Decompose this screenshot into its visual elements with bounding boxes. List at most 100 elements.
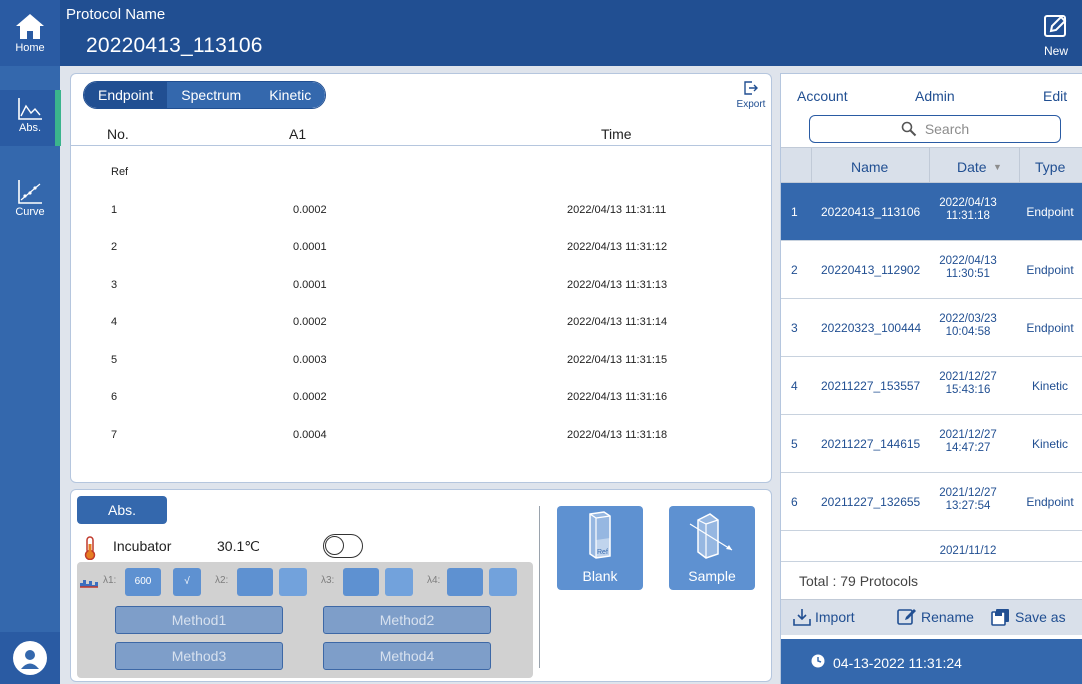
cell-time: 2022/04/13 11:31:12 xyxy=(567,241,668,253)
cell-a1: 0.0001 xyxy=(293,241,327,253)
tab-account[interactable]: Account xyxy=(797,88,848,104)
incubator-label: Incubator xyxy=(113,538,172,554)
search-input[interactable]: Search xyxy=(809,115,1061,143)
export-button[interactable]: Export xyxy=(733,80,769,110)
lambda4-value[interactable] xyxy=(447,568,483,596)
cell-time: 2022/04/13 11:31:13 xyxy=(567,278,668,291)
table-row[interactable]: 4 0.0002 2022/04/13 11:31:14 xyxy=(71,304,771,342)
table-row[interactable]: 7 0.0004 2022/04/13 11:31:18 xyxy=(71,417,771,455)
protocol-table-header: Name Date ▼ Type xyxy=(781,147,1082,184)
item-date: 2021/12/27 14:47:27 xyxy=(939,429,997,454)
item-type: Kinetic xyxy=(1031,379,1069,393)
item-type: Kinetic xyxy=(1031,437,1069,451)
rail-item-abs[interactable]: Abs. xyxy=(0,90,61,146)
cell-a1: 0.0002 xyxy=(293,203,327,216)
table-row[interactable]: Ref xyxy=(71,154,771,192)
incubator-temperature: 30.1℃ xyxy=(217,538,260,554)
new-button[interactable]: New xyxy=(1038,14,1074,64)
lambda4-label: λ4: xyxy=(427,575,441,586)
item-name: 20220323_100444 xyxy=(821,321,922,335)
item-date: 2022/04/13 11:31:18 xyxy=(939,197,997,222)
save-as-button[interactable]: Save as xyxy=(991,608,1066,626)
lambda3-check[interactable] xyxy=(385,568,413,596)
list-item[interactable]: 6 20211227_132655 2021/12/27 13:27:54 Endpoi… xyxy=(781,473,1082,531)
tab-edit[interactable]: Edit xyxy=(1043,88,1067,104)
list-item[interactable]: 5 20211227_144615 2021/12/27 14:47:27 Kineti… xyxy=(781,415,1082,473)
cell-a1: 0.0002 xyxy=(293,316,327,328)
item-index: 2 xyxy=(791,263,798,277)
home-button[interactable]: Home xyxy=(0,0,60,66)
table-row[interactable]: 6 0.0002 2022/04/13 11:31:16 xyxy=(71,379,771,417)
rail-abs-label: Abs. xyxy=(18,122,41,134)
cell-no: 7 xyxy=(111,428,118,441)
rename-button[interactable]: Rename xyxy=(897,608,974,626)
home-icon xyxy=(16,14,44,39)
list-item[interactable]: 4 20211227_153557 2021/12/27 15:43:16 Kineti… xyxy=(781,357,1082,415)
cell-a1: 0.0001 xyxy=(293,278,327,291)
user-avatar-icon xyxy=(13,641,47,675)
col-date[interactable]: Date xyxy=(957,159,987,175)
protocol-name-value: 20220413_113106 xyxy=(86,34,263,57)
item-index: 3 xyxy=(791,321,798,335)
tab-kinetic[interactable]: Kinetic xyxy=(255,82,326,108)
results-table-header: No. A1 Time xyxy=(71,118,771,146)
blank-ref-text: Ref xyxy=(597,549,608,556)
sample-label: Sample xyxy=(688,568,736,584)
cell-no: 4 xyxy=(111,316,118,328)
item-name: 20211227_144615 xyxy=(821,437,921,451)
item-name: 20220413_113106 xyxy=(821,205,921,219)
method3-button[interactable]: Method3 xyxy=(115,642,283,670)
sample-cuvette-icon xyxy=(689,513,733,559)
cell-no: 3 xyxy=(111,278,118,291)
lambda2-check[interactable] xyxy=(279,568,307,596)
home-label: Home xyxy=(15,42,45,54)
sample-button[interactable]: Sample xyxy=(669,506,755,590)
col-time: Time xyxy=(601,126,632,142)
blank-button[interactable]: Ref Blank xyxy=(557,506,643,590)
cell-time: 2022/04/13 11:31:14 xyxy=(567,316,668,328)
method4-button[interactable]: Method4 xyxy=(323,642,491,670)
item-name: 20220413_112902 xyxy=(821,263,921,277)
lambda3-value[interactable] xyxy=(343,568,379,596)
item-index: 1 xyxy=(791,205,798,219)
lambda4-check[interactable] xyxy=(489,568,517,596)
table-row[interactable]: 3 0.0001 2022/04/13 11:31:13 xyxy=(71,267,771,305)
item-index: 5 xyxy=(791,437,798,451)
rail-curve-label: Curve xyxy=(15,206,45,218)
item-name: 20211227_153557 xyxy=(821,379,921,393)
tab-endpoint[interactable]: Endpoint xyxy=(84,82,168,108)
list-item[interactable]: 2 20220413_112902 2022/04/13 11:30:51 Endpoi… xyxy=(781,241,1082,299)
col-name[interactable]: Name xyxy=(851,159,888,175)
spectrum-icon xyxy=(80,580,98,588)
col-type[interactable]: Type xyxy=(1035,159,1065,175)
item-index: 6 xyxy=(791,495,798,509)
tab-admin[interactable]: Admin xyxy=(915,88,955,104)
method1-button[interactable]: Method1 xyxy=(115,606,283,634)
lambda2-label: λ2: xyxy=(215,575,229,586)
protocol-total: Total : 79 Protocols xyxy=(781,561,1082,597)
rail-item-curve[interactable]: Curve xyxy=(0,178,60,228)
cell-a1: 0.0003 xyxy=(293,353,327,366)
incubator-toggle[interactable] xyxy=(323,534,363,558)
method2-button[interactable]: Method2 xyxy=(323,606,491,634)
list-item[interactable]: 3 20220323_100444 2022/03/23 10:04:58 Endpoi… xyxy=(781,299,1082,357)
table-row[interactable]: 2 0.0001 2022/04/13 11:31:12 xyxy=(71,229,771,267)
lambda1-value[interactable]: 600 xyxy=(125,568,161,596)
item-type: Endpoint xyxy=(1026,263,1074,277)
lambda2-value[interactable] xyxy=(237,568,273,596)
list-item[interactable]: 2021/11/12 xyxy=(781,531,1082,561)
item-date: 2022/04/13 11:30:51 xyxy=(939,255,997,280)
rename-icon xyxy=(897,609,916,625)
sort-down-icon: ▼ xyxy=(993,162,1002,172)
import-button[interactable]: Import xyxy=(793,608,855,626)
table-row[interactable]: 5 0.0003 2022/04/13 11:31:15 xyxy=(71,342,771,380)
tab-spectrum[interactable]: Spectrum xyxy=(167,82,256,108)
list-item[interactable]: 1 20220413_113106 2022/04/13 11:31:18 Endpoi… xyxy=(781,183,1082,241)
save-as-icon xyxy=(991,609,1009,626)
lambda1-check[interactable]: √ xyxy=(173,568,201,596)
import-label: Import xyxy=(815,609,855,625)
table-row[interactable]: 1 0.0002 2022/04/13 11:31:11 xyxy=(71,192,771,230)
abs-mode-button[interactable]: Abs. xyxy=(77,496,167,524)
user-avatar-button[interactable] xyxy=(0,632,60,684)
wavelength-row: λ1: 600 √ λ2: λ3: λ4: xyxy=(77,568,533,596)
